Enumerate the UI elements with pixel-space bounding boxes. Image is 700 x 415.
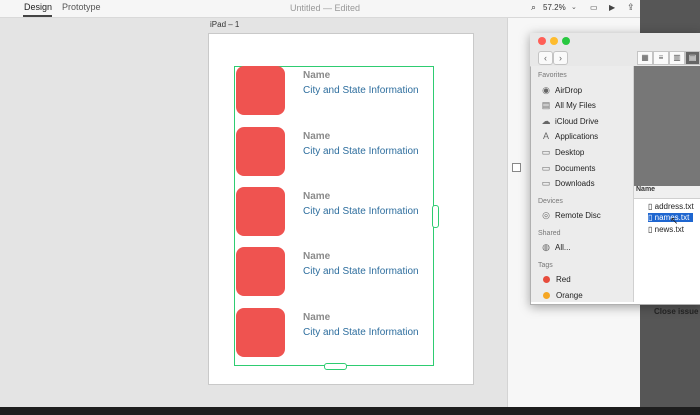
gallery-view-button[interactable]: ▤ <box>685 51 700 65</box>
list-item[interactable]: Name City and State Information <box>236 308 426 358</box>
tab-prototype[interactable]: Prototype <box>62 2 101 12</box>
zoom-level[interactable]: 57.2% <box>543 3 566 12</box>
disc-icon: ◎ <box>542 210 550 220</box>
checkbox[interactable] <box>512 163 521 172</box>
document-title: Untitled — Edited <box>290 3 361 13</box>
applications-icon: A <box>542 131 549 141</box>
tab-design[interactable]: Design <box>24 2 52 12</box>
sidebar-item-desktop[interactable]: ▭ Desktop <box>541 147 585 158</box>
sidebar-item-downloads[interactable]: ▭ Downloads <box>541 178 595 189</box>
back-button[interactable]: ‹ <box>538 51 553 65</box>
shared-section-header: Shared <box>538 230 561 237</box>
column-view-button[interactable]: ▥ <box>669 51 685 65</box>
item-city: City and State Information <box>303 146 419 157</box>
repeat-grid-vertical-handle[interactable] <box>324 363 347 370</box>
sidebar-item-all-shared[interactable]: ◍ All... <box>541 242 571 253</box>
file-row[interactable]: ▯ news.txt <box>648 225 684 234</box>
sidebar-item-airdrop[interactable]: ◉ AirDrop <box>541 85 582 96</box>
device-preview-icon[interactable]: ▭ <box>590 3 598 12</box>
list-item[interactable]: Name City and State Information <box>236 66 426 116</box>
document-icon: ▯ <box>648 213 655 222</box>
column-header-name[interactable]: Name <box>634 186 700 199</box>
sidebar-item-applications[interactable]: A Applications <box>541 131 598 141</box>
active-tab-indicator <box>23 15 52 17</box>
close-issue-label[interactable]: Close issue <box>654 307 698 316</box>
document-icon: ▯ <box>648 202 655 211</box>
tags-section-header: Tags <box>538 262 553 269</box>
cloud-icon: ☁ <box>541 116 551 126</box>
thumbnail-placeholder <box>236 308 285 357</box>
sidebar-item-all-my-files[interactable]: ▤ All My Files <box>541 100 596 111</box>
folder-icon: ▭ <box>541 163 551 173</box>
share-icon[interactable]: ⇪ <box>627 2 635 13</box>
zoom-window-button[interactable] <box>562 37 570 45</box>
thumbnail-placeholder <box>236 127 285 176</box>
item-name: Name <box>303 131 331 142</box>
list-item[interactable]: Name City and State Information <box>236 247 426 297</box>
thumbnail-placeholder <box>236 247 285 296</box>
search-icon[interactable]: ⌕ <box>531 2 536 13</box>
favorites-section-header: Favorites <box>538 72 567 79</box>
sidebar-item-tag-orange[interactable]: Orange <box>543 291 583 300</box>
forward-button[interactable]: › <box>553 51 568 65</box>
minimize-window-button[interactable] <box>550 37 558 45</box>
item-name: Name <box>303 70 331 81</box>
item-city: City and State Information <box>303 206 419 217</box>
airdrop-icon: ◉ <box>542 85 550 95</box>
item-city: City and State Information <box>303 327 419 338</box>
repeat-grid-horizontal-handle[interactable] <box>432 205 439 228</box>
artboard-label[interactable]: iPad – 1 <box>210 20 239 29</box>
file-preview-pane <box>634 66 700 186</box>
sidebar-item-icloud-drive[interactable]: ☁ iCloud Drive <box>541 116 599 127</box>
play-icon[interactable]: ▶ <box>609 3 615 12</box>
list-item[interactable]: Name City and State Information <box>236 127 426 177</box>
icon-view-button[interactable]: ▦ <box>637 51 653 65</box>
item-city: City and State Information <box>303 266 419 277</box>
item-name: Name <box>303 251 331 262</box>
list-view-button[interactable]: ≡ <box>653 51 669 65</box>
item-name: Name <box>303 191 331 202</box>
orange-tag-dot <box>543 292 550 299</box>
devices-section-header: Devices <box>538 198 563 205</box>
item-city: City and State Information <box>303 85 419 96</box>
folder-icon: ▭ <box>541 147 551 157</box>
bottom-status-bar <box>0 407 700 415</box>
thumbnail-placeholder <box>236 66 285 115</box>
file-row[interactable]: ▯ address.txt <box>648 202 694 211</box>
red-tag-dot <box>543 276 550 283</box>
chevron-down-icon[interactable]: ⌄ <box>571 3 577 11</box>
sidebar-item-documents[interactable]: ▭ Documents <box>541 163 596 174</box>
document-icon: ▯ <box>648 225 655 234</box>
files-icon: ▤ <box>541 100 551 110</box>
close-window-button[interactable] <box>538 37 546 45</box>
sidebar-item-tag-red[interactable]: Red <box>543 275 571 284</box>
item-name: Name <box>303 312 331 323</box>
folder-icon: ▭ <box>541 178 551 188</box>
list-item[interactable]: Name City and State Information <box>236 187 426 237</box>
network-icon: ◍ <box>542 242 550 252</box>
thumbnail-placeholder <box>236 187 285 236</box>
sidebar-item-remote-disc[interactable]: ◎ Remote Disc <box>541 210 601 221</box>
